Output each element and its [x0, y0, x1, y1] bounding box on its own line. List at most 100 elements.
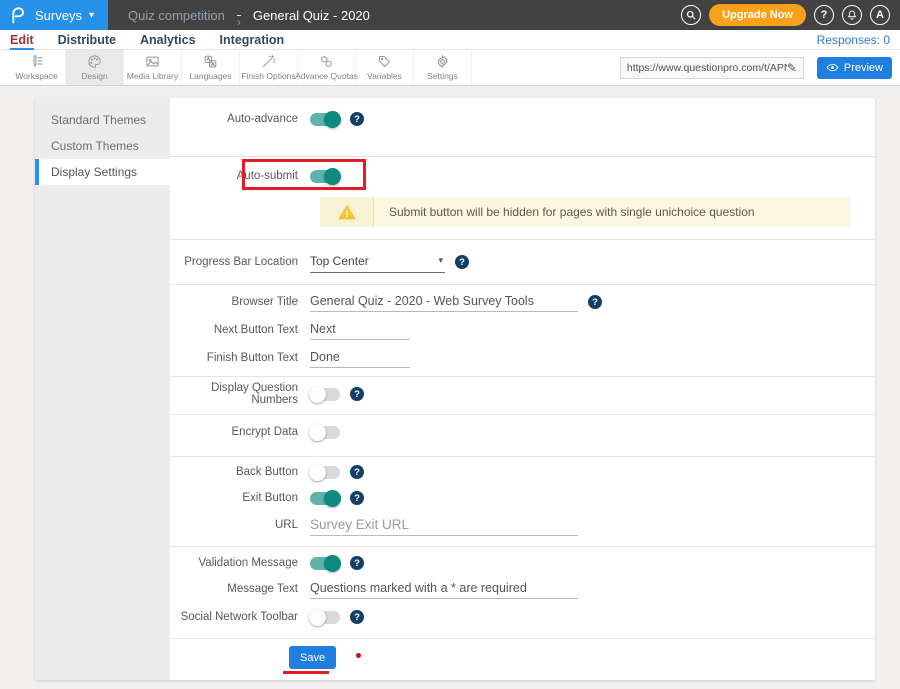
- exit-button-help-icon[interactable]: ?: [350, 491, 364, 505]
- auto-submit-toggle[interactable]: [310, 170, 340, 183]
- design-panel: Standard Themes Custom Themes Display Se…: [35, 98, 875, 680]
- product-menu-label: Surveys: [35, 8, 82, 23]
- browser-title-input[interactable]: [310, 292, 578, 312]
- toolbar-item-languages[interactable]: Languages: [182, 50, 240, 85]
- message-text-input[interactable]: [310, 579, 578, 599]
- exit-url-row: URL: [170, 511, 875, 539]
- auto-advance-row: Auto-advance ?: [170, 106, 875, 132]
- search-icon[interactable]: [681, 5, 701, 25]
- edit-url-pencil-icon[interactable]: ✎: [787, 61, 797, 75]
- content-area: Standard Themes Custom Themes Display Se…: [0, 86, 900, 689]
- validation-message-toggle[interactable]: [310, 557, 340, 570]
- back-button-toggle[interactable]: [310, 466, 340, 479]
- separator: [170, 284, 875, 285]
- breadcrumb-current: General Quiz - 2020: [253, 8, 370, 23]
- social-network-toolbar-row: Social Network Toolbar ?: [170, 604, 875, 630]
- exit-button-row: Exit Button ?: [170, 485, 875, 511]
- survey-url-input[interactable]: [627, 62, 787, 74]
- browser-title-help-icon[interactable]: ?: [588, 295, 602, 309]
- workspace-icon: [29, 54, 44, 69]
- edit-toolbar: Workspace Design Media Library Languages…: [0, 49, 900, 86]
- upgrade-now-button[interactable]: Upgrade Now: [709, 4, 806, 26]
- back-button-help-icon[interactable]: ?: [350, 465, 364, 479]
- social-network-toolbar-help-icon[interactable]: ?: [350, 610, 364, 624]
- validation-message-row: Validation Message ?: [170, 550, 875, 576]
- progress-bar-help-icon[interactable]: ?: [455, 255, 469, 269]
- toolbar-item-settings[interactable]: Settings: [414, 50, 472, 85]
- toolbar-item-design[interactable]: Design: [66, 50, 124, 85]
- encrypt-data-toggle[interactable]: [310, 426, 340, 439]
- validation-message-help-icon[interactable]: ?: [350, 556, 364, 570]
- sidebar-item-custom-themes[interactable]: Custom Themes: [35, 133, 170, 159]
- auto-advance-help-icon[interactable]: ?: [350, 112, 364, 126]
- responses-count[interactable]: Responses: 0: [817, 33, 890, 47]
- sidebar-item-display-settings[interactable]: Display Settings: [35, 159, 170, 185]
- separator: [170, 546, 875, 547]
- settings-gear-icon: [435, 54, 450, 69]
- separator: [170, 456, 875, 457]
- next-button-text-row: Next Button Text: [170, 317, 875, 343]
- tab-distribute[interactable]: Distribute: [58, 33, 116, 47]
- finish-button-text-row: Finish Button Text: [170, 345, 875, 371]
- avatar[interactable]: A: [870, 5, 890, 25]
- display-settings-form: Auto-advance ? Auto-submit !: [170, 98, 875, 680]
- separator: [170, 239, 875, 240]
- surveys-menu[interactable]: Surveys ▾: [0, 0, 108, 30]
- exit-button-toggle[interactable]: [310, 492, 340, 505]
- auto-submit-row: Auto-submit: [170, 163, 875, 189]
- separator: [170, 414, 875, 415]
- warning-triangle-icon: !: [337, 203, 357, 221]
- help-circle-icon[interactable]: ?: [814, 5, 834, 25]
- finish-button-text-input[interactable]: [310, 348, 410, 368]
- back-button-row: Back Button ?: [170, 459, 875, 485]
- finish-options-wand-icon: [261, 54, 276, 69]
- save-button[interactable]: Save: [289, 646, 336, 669]
- auto-advance-toggle[interactable]: [310, 113, 340, 126]
- toolbar-item-media-library[interactable]: Media Library: [124, 50, 182, 85]
- top-actions: Upgrade Now ? A: [681, 4, 900, 26]
- variables-tag-icon: [377, 54, 392, 69]
- svg-text:!: !: [345, 209, 348, 219]
- display-question-numbers-help-icon[interactable]: ?: [350, 387, 364, 401]
- top-bar: Surveys ▾ Quiz competition › General Qui…: [0, 0, 900, 30]
- annotation-underline: [283, 671, 329, 674]
- chevron-down-icon: ▾: [438, 255, 443, 266]
- preview-button[interactable]: Preview: [817, 57, 892, 79]
- design-palette-icon: [87, 54, 102, 69]
- display-question-numbers-row: Display Question Numbers ?: [170, 381, 875, 407]
- progress-bar-location-row: Progress Bar Location Top Center ▾ ?: [170, 249, 875, 275]
- eye-icon: [826, 61, 839, 74]
- breadcrumb: Quiz competition › General Quiz - 2020: [128, 8, 370, 23]
- tab-edit[interactable]: Edit: [10, 33, 34, 47]
- questionpro-logo-icon: [10, 6, 26, 24]
- separator: [170, 638, 875, 639]
- sidebar-item-standard-themes[interactable]: Standard Themes: [35, 107, 170, 133]
- chevron-down-icon: ▾: [89, 10, 94, 21]
- toolbar-item-advance-quotas[interactable]: Advance Quotas: [298, 50, 356, 85]
- progress-bar-location-select[interactable]: Top Center ▾: [310, 252, 445, 273]
- exit-url-input[interactable]: [310, 515, 578, 536]
- next-button-text-input[interactable]: [310, 320, 410, 340]
- toolbar-item-workspace[interactable]: Workspace: [8, 50, 66, 85]
- advance-quotas-chain-icon: [319, 54, 334, 69]
- tab-analytics[interactable]: Analytics: [140, 33, 196, 47]
- encrypt-data-row: Encrypt Data: [170, 419, 875, 445]
- separator: [170, 156, 875, 157]
- social-network-toolbar-toggle[interactable]: [310, 611, 340, 624]
- design-sidebar: Standard Themes Custom Themes Display Se…: [35, 98, 170, 680]
- display-question-numbers-toggle[interactable]: [310, 388, 340, 401]
- save-row: Save: [170, 646, 875, 670]
- breadcrumb-parent[interactable]: Quiz competition: [128, 8, 225, 23]
- annotation-dot: [356, 653, 361, 658]
- browser-title-row: Browser Title ?: [170, 289, 875, 315]
- tab-integration[interactable]: Integration: [220, 33, 285, 47]
- message-text-row: Message Text: [170, 576, 875, 602]
- toolbar-item-variables[interactable]: Variables: [356, 50, 414, 85]
- auto-submit-warning: ! Submit button will be hidden for pages…: [320, 197, 850, 227]
- notifications-bell-icon[interactable]: [842, 5, 862, 25]
- languages-translate-icon: [203, 54, 218, 69]
- toolbar-right: ✎ Preview: [620, 50, 900, 85]
- toolbar-item-finish-options[interactable]: Finish Options: [240, 50, 298, 85]
- separator: [170, 376, 875, 377]
- warning-text: Submit button will be hidden for pages w…: [374, 197, 755, 227]
